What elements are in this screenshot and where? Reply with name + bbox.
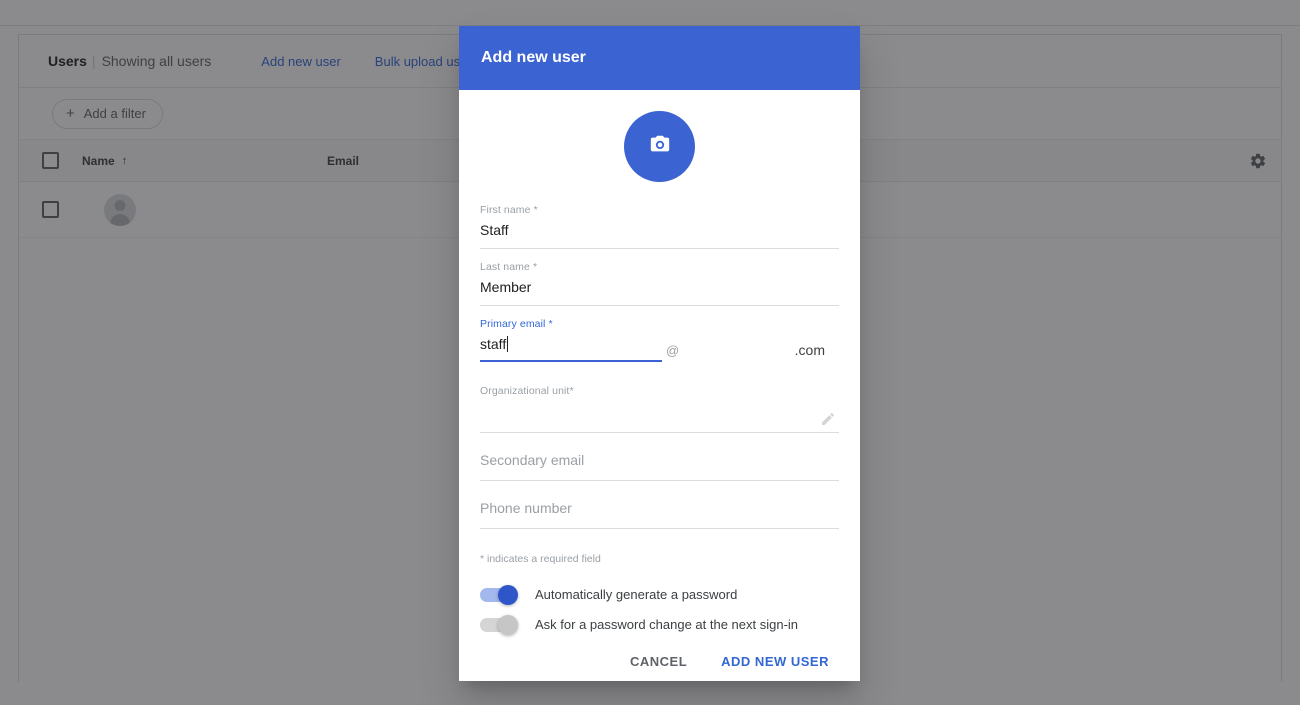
cancel-button[interactable]: CANCEL — [619, 646, 698, 677]
primary-email-row: staff @ .com — [480, 335, 839, 362]
phone-number-field[interactable]: Phone number — [480, 481, 839, 529]
dialog-footer: CANCEL ADD NEW USER — [459, 632, 860, 690]
add-new-user-submit-button[interactable]: ADD NEW USER — [710, 646, 840, 677]
upload-photo-button[interactable] — [624, 111, 695, 182]
first-name-label: First name * — [480, 204, 839, 216]
camera-icon — [649, 133, 671, 160]
first-name-field[interactable]: First name * Staff — [480, 192, 839, 249]
text-caret — [507, 336, 508, 352]
at-sign-icon: @ — [666, 343, 679, 362]
first-name-input[interactable]: Staff — [480, 221, 839, 239]
primary-email-field[interactable]: Primary email * staff @ .com — [480, 306, 839, 362]
password-change-next-signin-toggle[interactable] — [480, 618, 516, 632]
phone-number-input[interactable]: Phone number — [480, 499, 839, 517]
pencil-icon[interactable] — [820, 411, 836, 427]
primary-email-input[interactable]: staff — [480, 335, 662, 362]
dialog-header: Add new user — [459, 26, 860, 90]
organizational-unit-label: Organizational unit* — [480, 385, 839, 397]
last-name-input[interactable]: Member — [480, 278, 839, 296]
last-name-label: Last name * — [480, 261, 839, 273]
password-change-next-signin-row: Ask for a password change at the next si… — [480, 617, 839, 632]
secondary-email-input[interactable]: Secondary email — [480, 451, 839, 469]
auto-generate-password-toggle[interactable] — [480, 588, 516, 602]
primary-email-domain[interactable]: .com — [679, 342, 839, 362]
toggle-knob — [498, 615, 518, 635]
secondary-email-field[interactable]: Secondary email — [480, 433, 839, 481]
organizational-unit-field[interactable]: Organizational unit* — [480, 385, 839, 433]
toggle-knob — [498, 585, 518, 605]
primary-email-label: Primary email * — [480, 318, 839, 330]
password-change-next-signin-label: Ask for a password change at the next si… — [535, 617, 798, 632]
auto-generate-password-row: Automatically generate a password — [480, 587, 839, 602]
profile-photo-section — [480, 90, 839, 192]
dialog-title: Add new user — [481, 49, 586, 67]
required-field-note: * indicates a required field — [480, 553, 839, 565]
auto-generate-password-label: Automatically generate a password — [535, 587, 737, 602]
add-new-user-dialog: Add new user First name * Staff Last nam… — [459, 26, 860, 681]
organizational-unit-value — [480, 402, 839, 420]
dialog-body: First name * Staff Last name * Member Pr… — [459, 90, 860, 632]
last-name-field[interactable]: Last name * Member — [480, 249, 839, 306]
primary-email-value: staff — [480, 335, 506, 353]
